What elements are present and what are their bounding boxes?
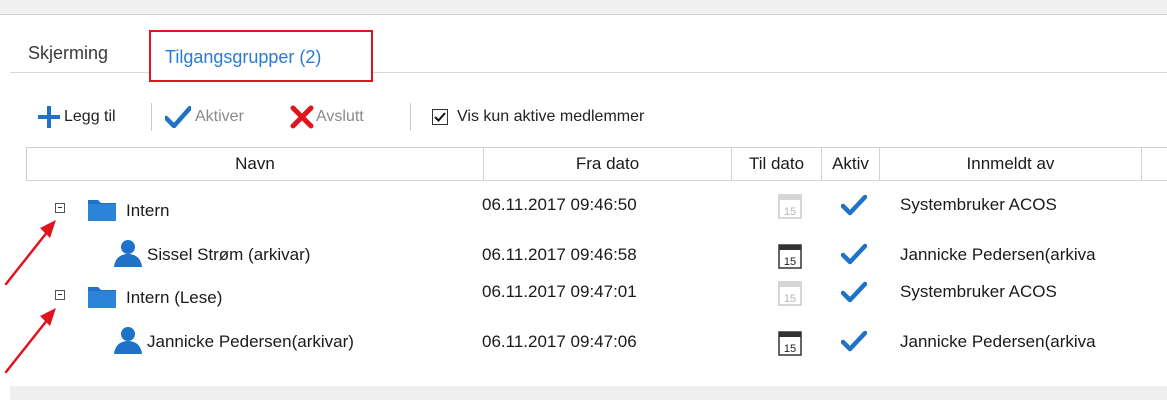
enrolled-by: Systembruker ACOS	[900, 282, 1057, 301]
tree-row-group[interactable]: Intern (Lese) 06.11.2017 09:47:01 15 Sys…	[26, 274, 1167, 318]
delete-x-icon	[290, 105, 314, 129]
from-date: 06.11.2017 09:47:01	[482, 282, 637, 301]
svg-text:15: 15	[784, 256, 796, 268]
top-strip	[0, 0, 1167, 15]
active-members-toggle[interactable]: Vis kun aktive medlemmer	[432, 101, 644, 133]
svg-text:15: 15	[784, 293, 796, 305]
toolbar: Legg til Aktiver Avslutt Vis kun aktive …	[28, 101, 788, 133]
column-header-til-dato[interactable]: Til dato	[732, 148, 822, 180]
member-name: Sissel Strøm (arkivar)	[147, 245, 311, 264]
tab-skjerming[interactable]: Skjerming	[28, 42, 108, 64]
calendar-icon[interactable]: 15	[778, 330, 802, 356]
column-header-navn[interactable]: Navn	[26, 148, 484, 180]
group-name: Intern (Lese)	[126, 288, 223, 307]
tab-tilgangsgrupper[interactable]: Tilgangsgrupper (2)	[149, 30, 373, 82]
access-groups-grid: Navn Fra dato Til dato Aktiv Innmeldt av…	[26, 147, 1167, 379]
annotation-arrow	[4, 308, 56, 374]
from-date: 06.11.2017 09:46:50	[482, 195, 637, 214]
annotation-arrow	[4, 220, 56, 286]
from-date: 06.11.2017 09:47:06	[482, 332, 637, 351]
enrolled-by: Jannicke Pedersen(arkiva	[900, 332, 1096, 351]
activate-button[interactable]: Aktiver	[165, 101, 244, 133]
tree-row-group[interactable]: Intern 06.11.2017 09:46:50 15 Systembruk…	[26, 187, 1167, 231]
svg-text:15: 15	[784, 206, 796, 218]
active-members-checkbox[interactable]	[432, 109, 448, 125]
activate-button-label: Aktiver	[195, 108, 244, 125]
checkbox-check-icon	[434, 112, 446, 122]
column-header-innmeldt-av[interactable]: Innmeldt av	[880, 148, 1142, 180]
checkmark-icon	[165, 106, 191, 128]
active-members-label: Vis kun aktive medlemmer	[457, 108, 645, 125]
tree-row-member[interactable]: Sissel Strøm (arkivar) 06.11.2017 09:46:…	[26, 233, 1167, 277]
tree-row-member[interactable]: Jannicke Pedersen(arkivar) 06.11.2017 09…	[26, 320, 1167, 364]
footer-strip	[10, 386, 1167, 400]
add-button-label: Legg til	[64, 108, 116, 125]
add-button[interactable]: Legg til	[38, 101, 116, 133]
end-button[interactable]: Avslutt	[290, 101, 364, 133]
tab-bar: Skjerming Tilgangsgrupper (2)	[0, 30, 1167, 88]
active-check-icon	[841, 330, 867, 352]
plus-icon	[38, 106, 60, 128]
calendar-icon-disabled: 15	[778, 280, 802, 306]
svg-text:15: 15	[784, 343, 796, 355]
calendar-icon-disabled: 15	[778, 193, 802, 219]
folder-icon	[88, 287, 116, 308]
column-header-fra-dato[interactable]: Fra dato	[484, 148, 732, 180]
member-name: Jannicke Pedersen(arkivar)	[147, 332, 354, 351]
active-check-icon	[841, 194, 867, 216]
active-check-icon	[841, 281, 867, 303]
end-button-label: Avslutt	[316, 108, 364, 125]
column-header-aktiv[interactable]: Aktiv	[822, 148, 880, 180]
grid-header: Navn Fra dato Til dato Aktiv Innmeldt av	[26, 147, 1167, 181]
from-date: 06.11.2017 09:46:58	[482, 245, 637, 264]
toolbar-divider	[410, 103, 411, 131]
group-name: Intern	[126, 201, 170, 220]
folder-icon	[88, 200, 116, 221]
active-check-icon	[841, 243, 867, 265]
tab-tilgangsgrupper-label: Tilgangsgrupper (2)	[165, 47, 322, 67]
user-icon	[114, 240, 142, 267]
user-icon	[114, 327, 142, 354]
enrolled-by: Jannicke Pedersen(arkiva	[900, 245, 1096, 264]
toolbar-divider	[151, 103, 152, 131]
enrolled-by: Systembruker ACOS	[900, 195, 1057, 214]
calendar-icon[interactable]: 15	[778, 243, 802, 269]
